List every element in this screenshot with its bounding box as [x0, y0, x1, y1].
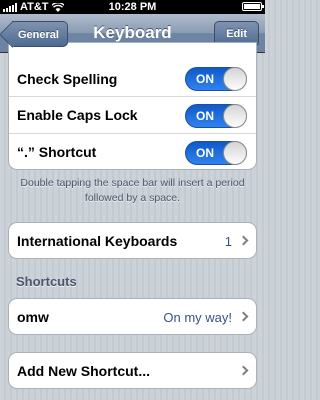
add-shortcut-group: Add New Shortcut... — [8, 352, 257, 389]
shortcuts-section-header: Shortcuts — [16, 274, 77, 289]
enable-caps-lock-toggle[interactable]: ON — [185, 104, 247, 128]
clock-time: 10:28 PM — [108, 1, 157, 13]
period-shortcut-label: “.” Shortcut — [17, 144, 97, 160]
shortcuts-group: omw On my way! — [8, 298, 257, 335]
back-button-general[interactable]: General — [12, 21, 68, 47]
toggle-knob — [223, 67, 247, 91]
toggle-knob — [223, 141, 247, 165]
toggle-settings-group: Check Spelling ON Enable Caps Lock ON “.… — [8, 42, 257, 170]
enable-caps-lock-label: Enable Caps Lock — [17, 107, 138, 123]
shortcut-row-omw[interactable]: omw On my way! — [9, 299, 256, 334]
check-spelling-row: Check Spelling ON — [9, 59, 256, 97]
international-keyboards-group: International Keyboards 1 — [8, 222, 257, 259]
battery-icon — [242, 2, 264, 11]
international-keyboards-label: International Keyboards — [17, 233, 178, 249]
toggle-on-text: ON — [196, 146, 214, 160]
toggle-knob — [223, 104, 247, 128]
add-new-shortcut-row[interactable]: Add New Shortcut... — [9, 353, 256, 388]
toggle-on-text: ON — [196, 109, 214, 123]
chevron-right-icon — [238, 311, 249, 322]
period-shortcut-row: “.” Shortcut ON — [9, 134, 256, 169]
enable-caps-lock-row: Enable Caps Lock ON — [9, 97, 256, 134]
chevron-right-icon — [238, 235, 249, 246]
chevron-right-icon — [238, 365, 249, 376]
keyboard-count: 1 — [224, 234, 232, 249]
shortcut-phrase: omw — [17, 309, 49, 325]
add-new-shortcut-label: Add New Shortcut... — [17, 363, 150, 379]
shortcut-expansion: On my way! — [163, 310, 232, 325]
check-spelling-label: Check Spelling — [17, 71, 118, 87]
period-shortcut-toggle[interactable]: ON — [185, 141, 247, 165]
toggle-on-text: ON — [196, 72, 214, 86]
period-shortcut-footnote: Double tapping the space bar will insert… — [20, 177, 245, 204]
status-bar: AT&T 10:28 PM — [0, 0, 265, 14]
check-spelling-toggle[interactable]: ON — [185, 67, 247, 91]
international-keyboards-row[interactable]: International Keyboards 1 — [9, 223, 256, 258]
